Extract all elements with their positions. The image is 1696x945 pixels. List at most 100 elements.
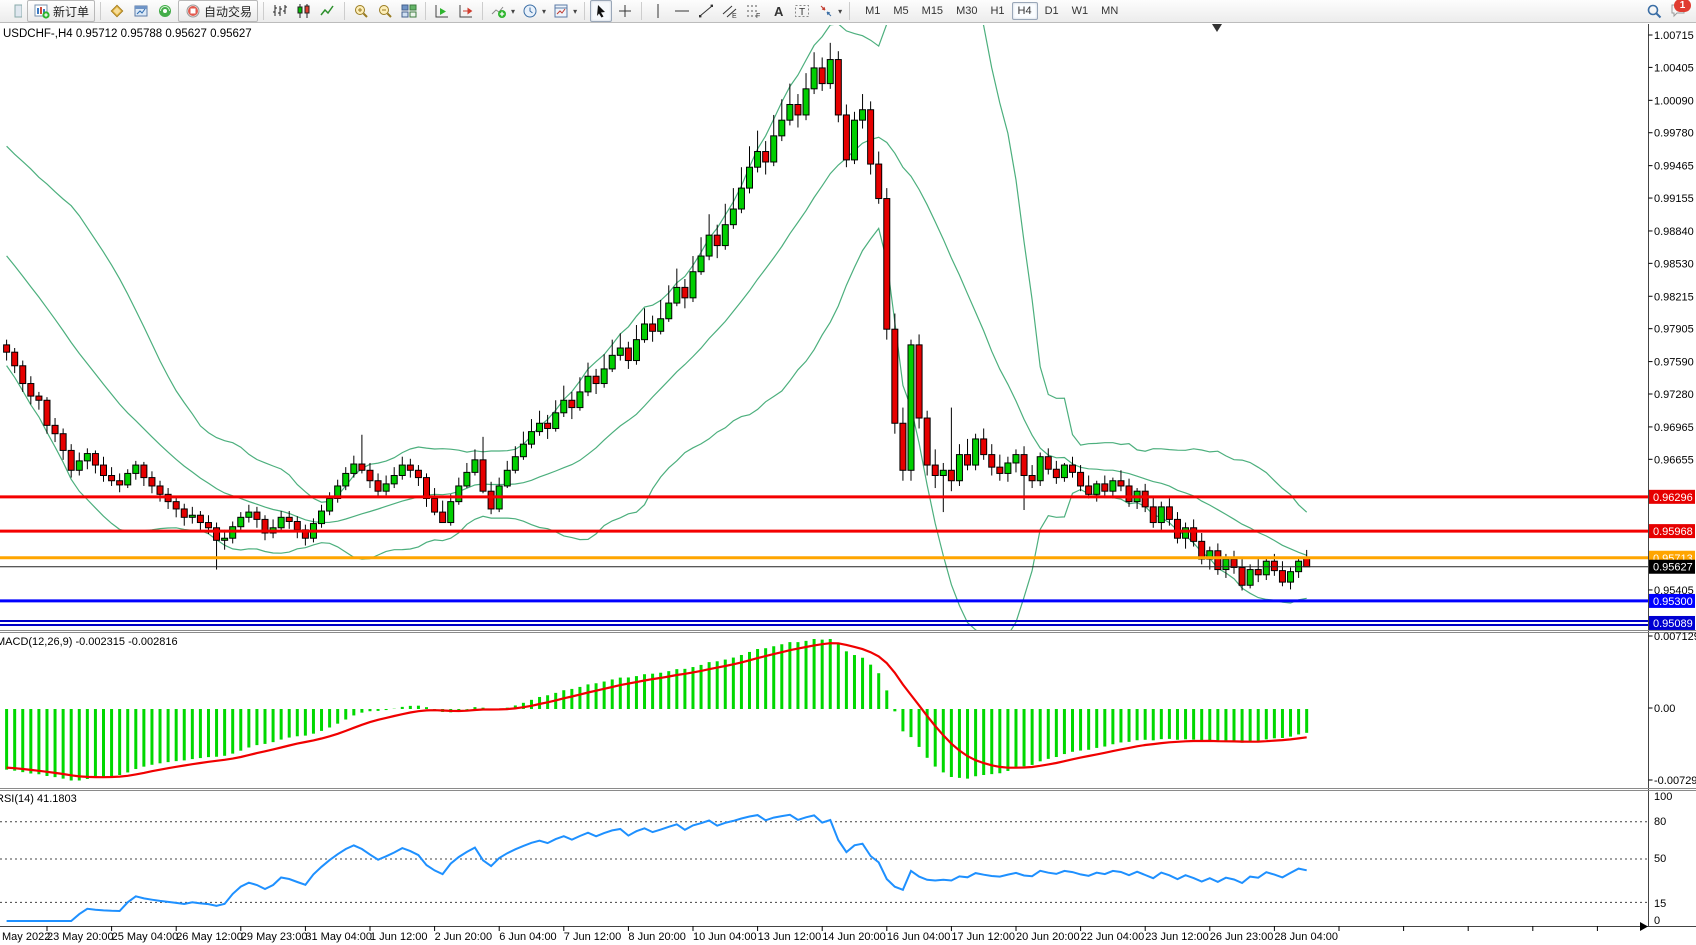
notifications-button[interactable]: 1: [1669, 1, 1689, 21]
time-tick-label: 6 Jun 04:00: [499, 931, 557, 943]
auto-trading-button[interactable]: 自动交易: [178, 0, 258, 22]
time-tick-label: 2 Jun 20:00: [435, 931, 493, 943]
time-tick-label: 16 Jun 04:00: [887, 931, 951, 943]
time-tick-label: 20 Jun 20:00: [1016, 931, 1080, 943]
bollinger-upper-band: [7, 0, 1307, 512]
price-chart[interactable]: 1.007151.004051.000900.997800.994650.991…: [0, 0, 1696, 945]
price-axis[interactable]: 1.007151.004051.000900.997800.994650.991…: [1649, 30, 1694, 597]
tile-windows-button[interactable]: [398, 0, 420, 22]
zoom-in-button[interactable]: [350, 0, 372, 22]
timeframe-mn[interactable]: MN: [1095, 2, 1124, 20]
fibonacci-button[interactable]: F: [743, 0, 765, 22]
price-level-tag: 0.96296: [1649, 490, 1695, 504]
price-tick-label: 0.99780: [1654, 128, 1694, 140]
new-order-icon: [33, 2, 51, 20]
text-button[interactable]: A: [767, 0, 789, 22]
rsi-axis-label: 15: [1654, 898, 1666, 910]
price-tick-label: 1.00090: [1654, 95, 1694, 107]
timeframe-m5[interactable]: M5: [887, 2, 914, 20]
macd-histogram: [7, 639, 1307, 781]
toolbar-separator: [100, 2, 101, 20]
toolbar-separator: [344, 2, 345, 20]
timeframe-w1[interactable]: W1: [1066, 2, 1095, 20]
timeframe-m30[interactable]: M30: [950, 2, 983, 20]
toolbar-separator: [584, 2, 585, 20]
crosshair-button[interactable]: [614, 0, 636, 22]
time-axis[interactable]: May 202223 May 20:0025 May 04:0026 May 1…: [2, 922, 1648, 943]
chevron-down-icon: ▾: [838, 7, 842, 16]
bar-chart-button[interactable]: [269, 0, 291, 22]
profiles-button[interactable]: [106, 0, 128, 22]
toolbar-separator: [482, 2, 483, 20]
vertical-line-button[interactable]: [647, 0, 669, 22]
price-level-tag-text: 0.95968: [1653, 526, 1693, 538]
timeframe-h4[interactable]: H4: [1012, 2, 1038, 20]
price-tick-label: 0.98215: [1654, 291, 1694, 303]
timeframe-d1[interactable]: D1: [1039, 2, 1065, 20]
search-icon[interactable]: [1645, 2, 1663, 20]
new-order-button[interactable]: 新订单: [27, 0, 95, 22]
current-price-tag-text: 0.95627: [1653, 562, 1693, 574]
templates-icon: [552, 2, 570, 20]
price-tick-label: 0.99465: [1654, 161, 1694, 173]
tile-windows-icon: [400, 2, 418, 20]
bar-chart-icon: [271, 2, 289, 20]
price-tick-label: 0.97280: [1654, 389, 1694, 401]
trendline-icon: [697, 2, 715, 20]
timeframe-h1[interactable]: H1: [984, 2, 1010, 20]
time-tick-label: 1 Jun 12:00: [370, 931, 428, 943]
timeframe-m1[interactable]: M1: [859, 2, 886, 20]
periods-button[interactable]: ▾: [519, 0, 548, 22]
rsi-line: [7, 815, 1307, 921]
horizontal-line-button[interactable]: [671, 0, 693, 22]
chart-shift-marker[interactable]: [1212, 24, 1222, 32]
svg-text:E: E: [732, 13, 737, 19]
time-tick-label: 23 May 20:00: [47, 931, 114, 943]
time-tick-label: 26 May 12:00: [176, 931, 243, 943]
cursor-button[interactable]: [590, 0, 612, 22]
equidistant-channel-button[interactable]: E: [719, 0, 741, 22]
text-icon: A: [769, 2, 787, 20]
zoom-out-icon: [376, 2, 394, 20]
trendline-button[interactable]: [695, 0, 717, 22]
time-tick-label: 28 Jun 04:00: [1274, 931, 1338, 943]
timeframe-m15[interactable]: M15: [916, 2, 949, 20]
auto-trading-button-label: 自动交易: [204, 3, 252, 20]
chart-shift-button[interactable]: [455, 0, 477, 22]
hline-icon: [673, 2, 691, 20]
signals-button[interactable]: [154, 0, 176, 22]
candle-chart-icon: [295, 2, 313, 20]
svg-text:F: F: [756, 13, 760, 19]
price-tick-label: 0.96655: [1654, 454, 1694, 466]
svg-text:A: A: [774, 4, 784, 19]
vline-icon: [649, 2, 667, 20]
bollinger-bands: [7, 0, 1307, 636]
time-tick-label: 8 Jun 20:00: [628, 931, 686, 943]
arrows-icon: [817, 2, 835, 20]
indicators-button[interactable]: ▾: [488, 0, 517, 22]
time-tick-label: 14 Jun 20:00: [822, 931, 886, 943]
candle-chart-button[interactable]: [293, 0, 315, 22]
text-label-button[interactable]: T: [791, 0, 813, 22]
zoom-out-button[interactable]: [374, 0, 396, 22]
line-chart-button[interactable]: [317, 0, 339, 22]
time-tick-label: 26 Jun 23:00: [1210, 931, 1274, 943]
periods-icon: [521, 2, 539, 20]
auto-scroll-button[interactable]: [431, 0, 453, 22]
rsi-level-lines: [0, 822, 1649, 903]
macd-axis: 0.0071290.00-0.00729: [1649, 631, 1696, 787]
templates-button[interactable]: ▾: [550, 0, 579, 22]
timeframe-group: M1M5M15M30H1H4D1W1MN: [859, 2, 1124, 20]
market-watch-button[interactable]: [130, 0, 152, 22]
price-level-tag: 0.95300: [1649, 594, 1695, 608]
arrows-button[interactable]: ▾: [815, 0, 844, 22]
chart-sliver-icon: [5, 2, 23, 20]
rsi-axis-label: 100: [1654, 791, 1672, 803]
clipped-icon[interactable]: [3, 0, 25, 22]
price-level-tag: 0.95968: [1649, 524, 1695, 538]
macd-axis-label: 0.00: [1654, 703, 1675, 715]
price-tick-label: 0.98530: [1654, 258, 1694, 270]
price-tick-label: 1.00405: [1654, 62, 1694, 74]
macd-axis-label: 0.007129: [1654, 631, 1696, 643]
chart-title: USDCHF-,H4 0.95712 0.95788 0.95627 0.956…: [3, 28, 252, 40]
